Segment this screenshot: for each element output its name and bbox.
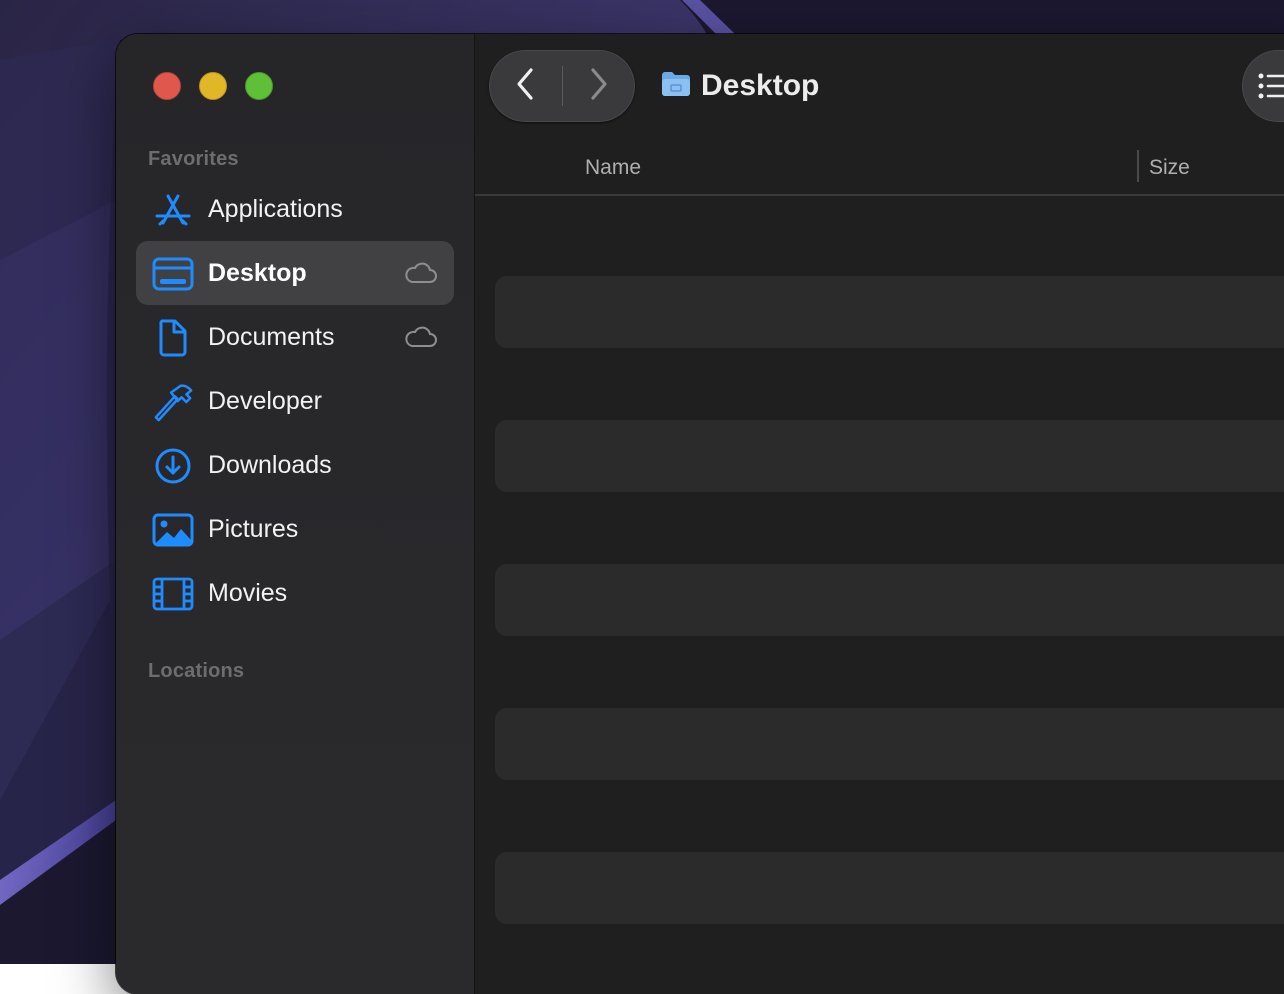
file-browser: Desktop Name Size: [475, 34, 1284, 994]
table-row: [495, 276, 1284, 348]
sidebar-item-label: Downloads: [208, 451, 332, 479]
sidebar-item-downloads[interactable]: Downloads: [136, 433, 454, 497]
sidebar-item-label: Applications: [208, 195, 343, 223]
list-view-icon: [1258, 72, 1284, 105]
favorites-section-label: Favorites: [148, 148, 239, 170]
close-button[interactable]: [153, 72, 181, 100]
desktop-icon: [152, 253, 194, 295]
sidebar-item-developer[interactable]: Developer: [136, 369, 454, 433]
locations-section-label: Locations: [148, 660, 245, 682]
table-row: [495, 708, 1284, 780]
column-header-size[interactable]: Size: [1149, 156, 1190, 180]
back-button[interactable]: [489, 50, 561, 122]
chevron-left-icon: [514, 67, 536, 106]
photo-icon: [152, 509, 194, 551]
sidebar-item-label: Desktop: [208, 259, 307, 287]
sidebar-item-documents[interactable]: Documents: [136, 305, 454, 369]
zoom-button[interactable]: [245, 72, 273, 100]
navigation-controls: [489, 50, 635, 122]
minimize-button[interactable]: [199, 72, 227, 100]
folder-icon: [661, 71, 691, 102]
icloud-icon: [404, 325, 438, 354]
table-row: [495, 852, 1284, 924]
sidebar-item-label: Movies: [208, 579, 288, 607]
sidebar-item-label: Pictures: [208, 515, 299, 543]
chevron-right-icon: [588, 67, 610, 106]
sidebar-item-movies[interactable]: Movies: [136, 561, 454, 625]
column-divider[interactable]: [1137, 150, 1139, 182]
sidebar-item-pictures[interactable]: Pictures: [136, 497, 454, 561]
sidebar-item-desktop[interactable]: Desktop: [136, 241, 454, 305]
sidebar: Favorites Applications Desktop Documents…: [116, 34, 475, 994]
sidebar-item-label: Developer: [208, 387, 322, 415]
hammer-icon: [152, 381, 194, 423]
window-title: Desktop: [661, 68, 819, 104]
forward-button[interactable]: [563, 50, 635, 122]
sidebar-item-label: Documents: [208, 323, 335, 351]
table-row: [495, 420, 1284, 492]
download-circle-icon: [152, 445, 194, 487]
icloud-icon: [404, 261, 438, 290]
view-mode-button[interactable]: [1242, 50, 1284, 122]
film-icon: [152, 573, 194, 615]
column-header-name[interactable]: Name: [585, 156, 641, 180]
table-row: [495, 564, 1284, 636]
app-store-icon: [152, 189, 194, 231]
window-controls: [153, 72, 273, 100]
finder-window: Favorites Applications Desktop Documents…: [116, 34, 1284, 994]
column-header: Name Size: [475, 138, 1284, 196]
sidebar-item-applications[interactable]: Applications: [136, 177, 454, 241]
window-title-text: Desktop: [701, 69, 820, 102]
document-icon: [152, 317, 194, 359]
